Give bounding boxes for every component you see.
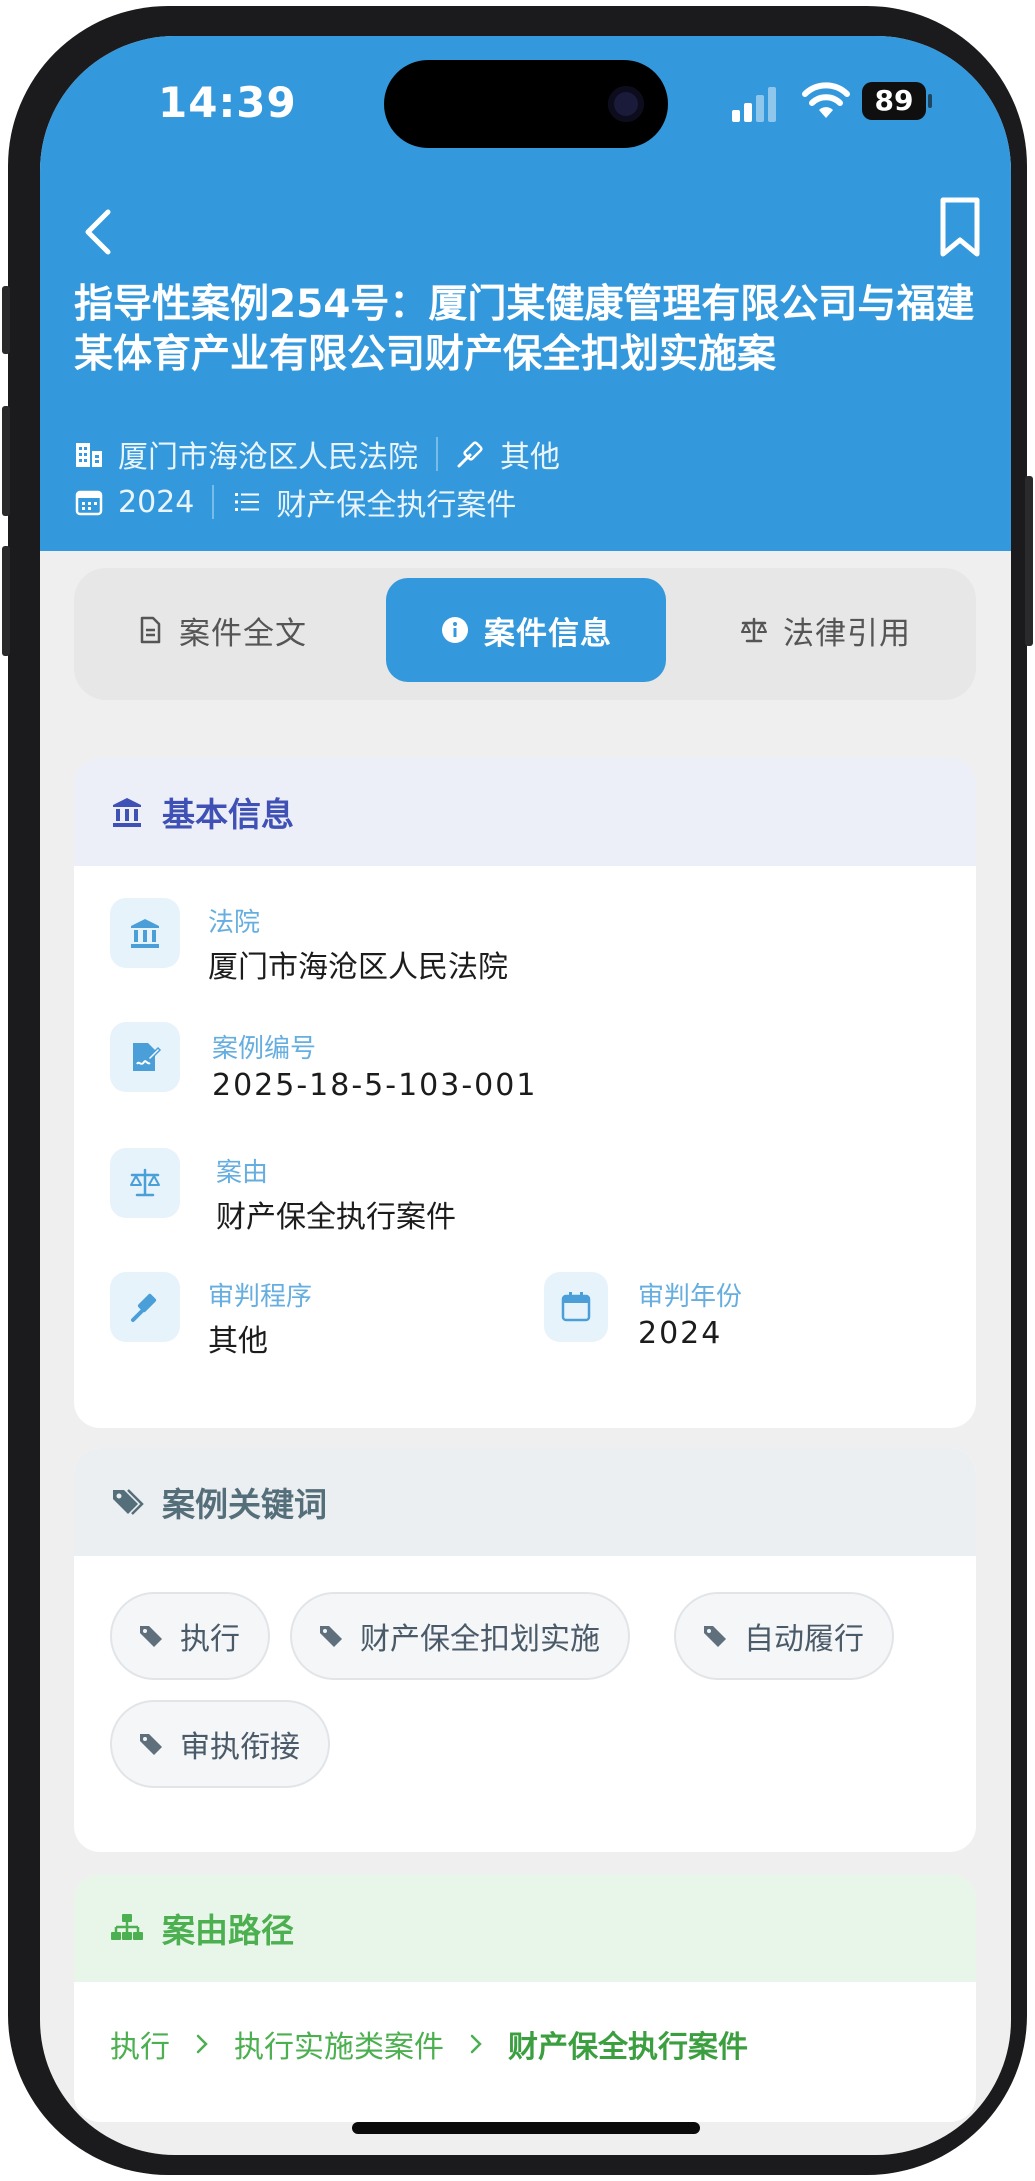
volume-down-button [2,546,10,656]
case-number-label: 案例编号 [212,1034,317,1064]
court-field-icon [110,898,180,968]
wifi-icon [802,82,850,118]
keyword-chip[interactable]: 财产保全扣划实施 [290,1592,630,1680]
dynamic-island [384,60,668,148]
header-court: 厦门市海沧区人民法院 [118,440,418,475]
cause-path-header: 案由路径 [74,1874,976,1982]
status-time: 14:39 [158,78,297,127]
tab-case-info[interactable]: 案件信息 [386,578,666,682]
scale-icon [130,1168,160,1197]
meta-row-court: 厦门市海沧区人民法院 其他 [74,434,560,475]
home-indicator[interactable] [352,2122,700,2134]
keyword-label: 财产保全扣划实施 [360,1622,600,1657]
cellular-signal-icon [732,87,776,122]
basic-info-card: 基本信息 法院 厦门市海沧区人民法院 案例编号 2025-18-5-103-00… [74,758,976,1428]
card-title: 案例关键词 [162,1485,327,1524]
gavel-icon [131,1293,157,1322]
cause-path-card: 案由路径 执行 执行实施类案件 财产保全执行案件 [74,1874,976,2122]
keyword-chip[interactable]: 执行 [110,1592,270,1680]
calendar-icon [75,490,103,516]
battery-indicator: 89 [862,82,926,120]
tags-icon [113,1489,144,1515]
tab-full-text[interactable]: 案件全文 [84,578,358,682]
card-title: 案由路径 [162,1911,294,1950]
basic-info-header: 基本信息 [74,758,976,866]
case-number-value: 2025-18-5-103-001 [212,1068,538,1103]
keyword-label: 自动履行 [744,1622,864,1657]
tab-label: 案件全文 [179,615,307,652]
header-year: 2024 [118,484,195,520]
year-label: 审判年份 [638,1282,743,1312]
file-signature-icon [133,1043,162,1071]
info-circle-icon [442,617,468,643]
procedure-label: 审判程序 [208,1282,313,1312]
gavel-outline-icon [457,441,483,468]
cause-value: 财产保全执行案件 [216,1200,456,1235]
volume-up-button [2,406,10,516]
tag-icon [140,1626,162,1647]
tab-legal-citations[interactable]: 法律引用 [684,578,966,682]
divider [212,485,215,519]
cause-label: 案由 [216,1158,269,1188]
keyword-chip[interactable]: 审执衔接 [110,1700,330,1788]
scale-icon [741,617,767,643]
sitemap-icon [111,1914,143,1940]
document-icon [140,616,161,644]
phone-frame: 14:39 89 指导性案例254号：厦门某健康管理有限公司与福建某体育产业有限… [2,6,1033,2175]
procedure-value: 其他 [208,1324,268,1359]
divider [436,437,438,471]
case-title: 指导性案例254号：厦门某健康管理有限公司与福建某体育产业有限公司财产保全扣划实… [74,282,975,377]
keyword-label: 执行 [180,1622,240,1657]
camera-icon [608,86,644,122]
path-item-current: 财产保全执行案件 [508,2030,748,2065]
court-value: 厦门市海沧区人民法院 [208,950,508,985]
power-button [1025,476,1033,646]
path-item[interactable]: 执行实施类案件 [234,2022,444,2066]
bookmark-icon[interactable] [938,196,982,258]
chevron-right-icon [470,2034,482,2054]
bank-icon [131,919,159,948]
screen: 14:39 89 指导性案例254号：厦门某健康管理有限公司与福建某体育产业有限… [40,36,1011,2155]
tab-label: 法律引用 [783,615,911,652]
tag-icon [320,1626,342,1647]
building-icon [76,443,102,467]
year-field-icon [544,1272,608,1342]
calendar-icon [561,1292,591,1322]
keyword-label: 审执衔接 [180,1730,300,1765]
cause-path-breadcrumb: 执行 执行实施类案件 财产保全执行案件 [110,2022,748,2066]
cause-field-icon [110,1148,180,1218]
battery-cap [928,94,932,108]
chevron-right-icon [196,2034,208,2054]
tag-icon [140,1734,162,1755]
meta-row-year: 2024 财产保全执行案件 [74,482,517,523]
keywords-header: 案例关键词 [74,1448,976,1556]
court-label: 法院 [208,908,261,938]
case-header: 14:39 89 指导性案例254号：厦门某健康管理有限公司与福建某体育产业有限… [40,36,1011,551]
back-arrow-icon[interactable] [76,202,120,262]
keyword-chip[interactable]: 自动履行 [674,1592,894,1680]
list-icon [235,493,260,511]
tab-bar: 案件全文 案件信息 法律引用 [74,568,976,700]
action-button [2,286,10,354]
header-case-type: 财产保全执行案件 [276,488,517,523]
tab-label: 案件信息 [484,615,612,652]
case-number-field-icon [110,1022,180,1092]
keywords-card: 案例关键词 执行 财产保全扣划实施 自动履行 审执衔接 [74,1448,976,1852]
tag-icon [704,1626,726,1647]
procedure-field-icon [110,1272,180,1342]
card-title: 基本信息 [162,795,294,834]
year-value: 2024 [638,1316,723,1351]
path-item[interactable]: 执行 [110,2022,170,2066]
header-procedure: 其他 [500,440,560,475]
bank-icon [113,798,141,827]
